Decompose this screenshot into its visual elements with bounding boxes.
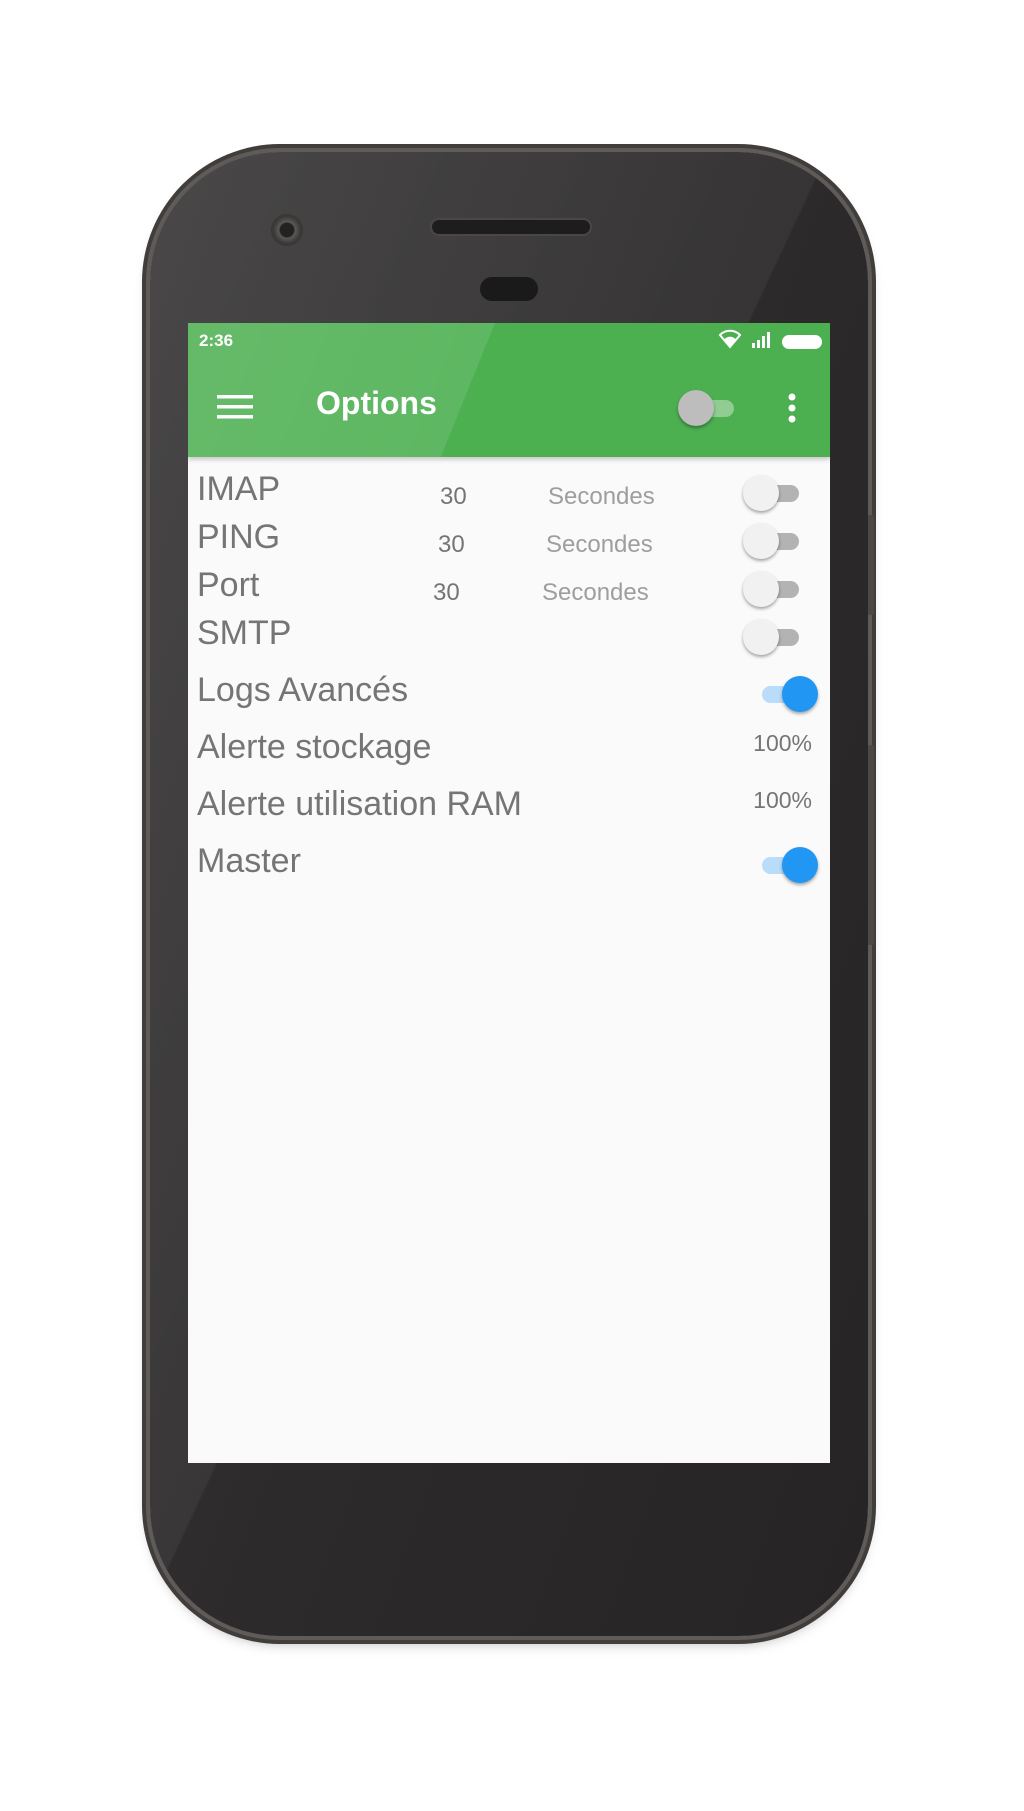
storage-alert-value[interactable]: 100% <box>753 730 812 757</box>
wifi-icon <box>718 329 742 354</box>
imap-label: IMAP <box>197 470 281 508</box>
ram-alert-label: Alerte utilisation RAM <box>197 785 523 823</box>
proximity-sensor <box>480 277 538 301</box>
ping-toggle[interactable] <box>743 523 803 559</box>
imap-interval-unit: Secondes <box>548 483 655 510</box>
toolbar: Options <box>188 359 830 457</box>
ping-interval-unit: Secondes <box>546 531 653 558</box>
page-title: Options <box>316 385 437 421</box>
ram-alert-value[interactable]: 100% <box>753 787 812 814</box>
more-options-button[interactable] <box>782 387 802 429</box>
status-bar: 2:36 <box>188 323 830 359</box>
port-toggle[interactable] <box>743 571 803 607</box>
master-toggle[interactable] <box>756 847 818 883</box>
imap-interval-value[interactable]: 30 <box>440 483 467 511</box>
advanced-logs-label: Logs Avancés <box>197 671 409 709</box>
menu-button[interactable] <box>216 389 254 425</box>
advanced-logs-toggle[interactable] <box>756 676 818 712</box>
ping-label: PING <box>197 518 281 556</box>
app-bar: 2:36 Options <box>188 323 830 457</box>
port-interval-value[interactable]: 30 <box>433 579 460 607</box>
smtp-label: SMTP <box>197 614 292 652</box>
app-bar-toggle[interactable] <box>678 390 738 426</box>
port-label: Port <box>197 566 260 604</box>
status-time: 2:36 <box>199 331 234 350</box>
ping-interval-value[interactable]: 30 <box>438 531 465 559</box>
battery-icon <box>782 334 822 349</box>
earpiece-speaker <box>432 220 590 234</box>
phone-screen: 2:36 Options IMAP 30 Secondes PING 30 Se… <box>188 323 830 1463</box>
hamburger-menu-icon <box>217 395 253 419</box>
imap-toggle[interactable] <box>743 475 803 511</box>
power-button <box>868 515 874 615</box>
storage-alert-label: Alerte stockage <box>197 728 432 766</box>
port-interval-unit: Secondes <box>542 579 649 606</box>
more-vert-icon <box>788 393 796 423</box>
cell-signal-icon <box>750 329 774 354</box>
master-label: Master <box>197 842 301 880</box>
smtp-toggle[interactable] <box>743 619 803 655</box>
front-camera <box>271 214 303 246</box>
volume-button <box>868 745 874 945</box>
